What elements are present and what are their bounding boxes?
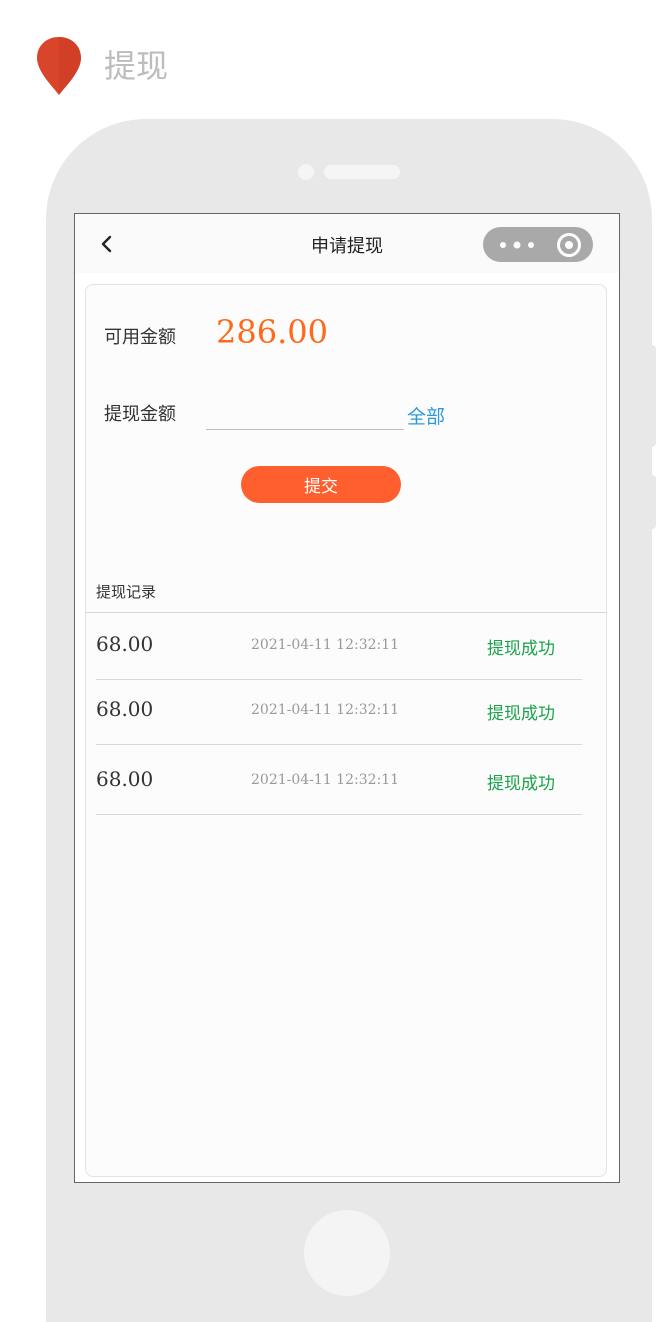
navbar: 申请提现 <box>75 214 619 273</box>
withdraw-amount-input[interactable] <box>206 399 404 430</box>
target-circle-icon[interactable] <box>557 233 581 257</box>
mini-program-capsule <box>483 227 593 262</box>
record-amount: 68.00 <box>96 632 154 656</box>
record-amount: 68.00 <box>96 767 154 791</box>
record-time: 2021-04-11 12:32:11 <box>251 772 400 788</box>
record-status: 提现成功 <box>487 639 555 659</box>
list-item: 68.00 2021-04-11 12:32:11 提现成功 <box>96 679 582 745</box>
record-amount: 68.00 <box>96 697 154 721</box>
withdraw-amount-label: 提现金额 <box>104 404 176 425</box>
home-button[interactable] <box>304 1210 390 1296</box>
balance-value: 286.00 <box>216 313 328 351</box>
location-pin-icon <box>37 37 81 95</box>
withdraw-all-link[interactable]: 全部 <box>407 402 445 429</box>
power-button <box>648 475 656 529</box>
volume-button <box>648 345 656 447</box>
record-status: 提现成功 <box>487 704 555 724</box>
page-header: 提现 <box>36 36 336 96</box>
speaker-grille <box>324 165 400 179</box>
divider <box>96 814 582 815</box>
phone-screen: 申请提现 可用金额 286.00 提现金额 全部 提交 提现记录 68.00 2… <box>74 213 620 1183</box>
camera-icon <box>298 164 314 180</box>
page-title: 提现 <box>104 47 169 85</box>
more-dots-icon[interactable] <box>499 241 539 249</box>
withdraw-card: 可用金额 286.00 提现金额 全部 提交 提现记录 68.00 2021-0… <box>85 284 607 1177</box>
record-status: 提现成功 <box>487 774 555 794</box>
submit-button[interactable]: 提交 <box>241 466 401 503</box>
list-item: 68.00 2021-04-11 12:32:11 提现成功 <box>96 744 582 815</box>
balance-label: 可用金额 <box>104 327 176 348</box>
records-title: 提现记录 <box>96 583 157 601</box>
record-time: 2021-04-11 12:32:11 <box>251 702 400 718</box>
list-item: 68.00 2021-04-11 12:32:11 提现成功 <box>96 613 582 680</box>
record-time: 2021-04-11 12:32:11 <box>251 637 400 653</box>
